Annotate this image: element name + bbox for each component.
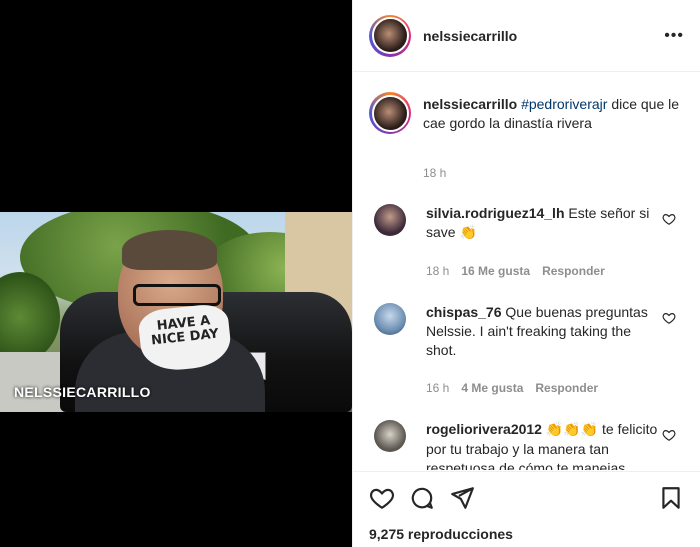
share-paper-plane-icon[interactable] [449,485,475,511]
commenter-username[interactable]: rogeliorivera2012 [426,421,542,437]
clap-emoji: 👏 [459,225,477,241]
avatar-image [371,94,409,132]
like-comment-heart-icon[interactable] [662,212,676,226]
post-caption: nelssiecarrillo #pedroriverajr dice que … [353,72,700,134]
comment-time[interactable]: 18 h [426,262,449,281]
comment-time[interactable]: 16 h [426,379,449,398]
comment-item: chispas_76 Que buenas preguntas Nelssie.… [353,303,700,398]
save-bookmark-icon[interactable] [658,485,684,511]
comment-likes[interactable]: 16 Me gusta [461,262,530,281]
comment-bubble-icon[interactable] [409,485,435,511]
like-heart-icon[interactable] [369,485,395,511]
caption-timestamp[interactable]: 18 h [423,166,700,180]
commenter-username[interactable]: chispas_76 [426,304,502,320]
comment-likes[interactable]: 4 Me gusta [461,379,523,398]
post-actions: 9,275 reproducciones [353,471,700,542]
comment-meta: 16 h 4 Me gusta Responder [426,379,662,398]
caption-hashtag[interactable]: #pedroriverajr [521,96,607,112]
person-hair [122,230,217,270]
like-comment-heart-icon[interactable] [662,311,676,325]
view-count[interactable]: 9,275 reproducciones [369,526,684,542]
comment-item: rogeliorivera2012 👏👏👏 te felicito por tu… [353,420,700,470]
commenter-avatar[interactable] [374,303,406,335]
more-options-icon[interactable]: ••• [664,27,684,45]
clap-emoji: 👏👏👏 [545,422,599,438]
video-area[interactable]: 3251 HAVE A NICE DAY NELSSIECARRILLO [0,0,352,547]
author-username[interactable]: nelssiecarrillo [423,28,664,44]
author-avatar[interactable] [369,14,411,57]
post-header: nelssiecarrillo ••• [353,0,700,72]
post-panel: nelssiecarrillo ••• nelssiecarrillo #ped… [352,0,700,547]
video-frame[interactable]: 3251 HAVE A NICE DAY [0,212,352,412]
commenter-avatar[interactable] [374,420,406,452]
caption-text: nelssiecarrillo #pedroriverajr dice que … [423,92,684,134]
comment-text: rogeliorivera2012 👏👏👏 te felicito por tu… [426,420,662,470]
commenter-username[interactable]: silvia.rodriguez14_lh [426,205,565,221]
reply-button[interactable]: Responder [535,379,598,398]
comment-text: chispas_76 Que buenas preguntas Nelssie.… [426,303,662,360]
caption-avatar[interactable] [369,92,411,134]
reply-button[interactable]: Responder [542,262,605,281]
person-glasses [133,284,221,306]
avatar-image [371,17,409,54]
commenter-avatar[interactable] [374,204,406,236]
comments-list[interactable]: nelssiecarrillo #pedroriverajr dice que … [353,72,700,470]
like-comment-heart-icon[interactable] [662,428,676,442]
comment-item: silvia.rodriguez14_lh Este señor si save… [353,204,700,281]
comment-meta: 18 h 16 Me gusta Responder [426,262,662,281]
video-watermark: NELSSIECARRILLO [14,384,151,400]
comment-text: silvia.rodriguez14_lh Este señor si save… [426,204,662,243]
caption-username[interactable]: nelssiecarrillo [423,96,517,112]
